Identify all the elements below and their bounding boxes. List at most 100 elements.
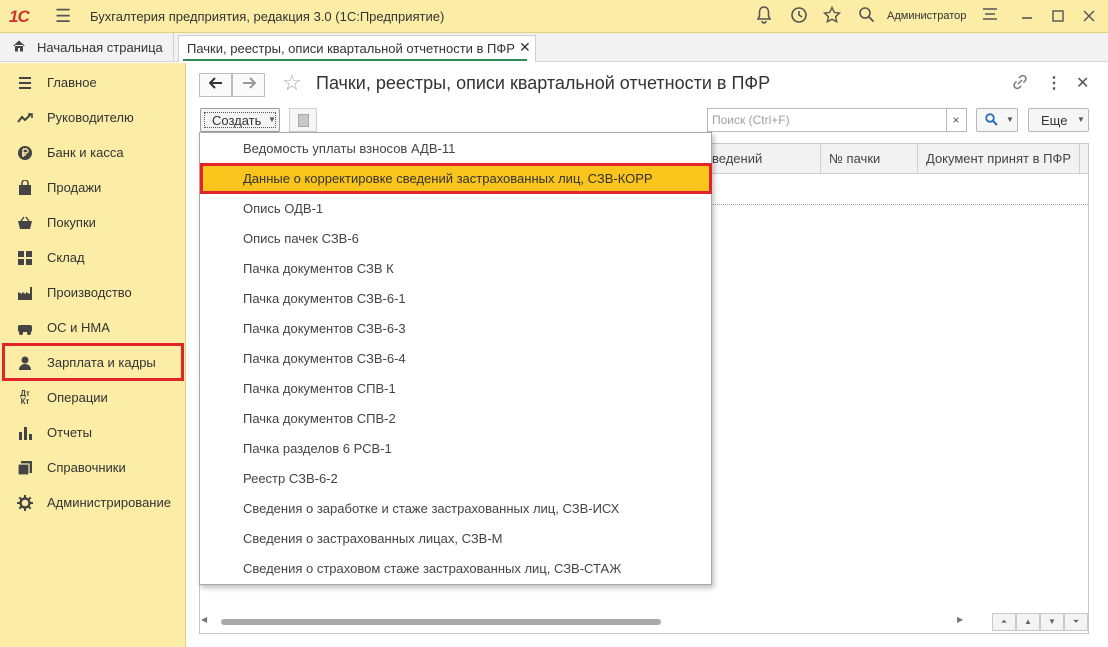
search-icon[interactable] [858,6,875,28]
sidebar-item-label: Главное [47,75,97,90]
menu-item-label: Опись ОДВ-1 [243,201,324,216]
sidebar-item-main[interactable]: Главное [0,65,186,100]
menu-item[interactable]: Опись ОДВ-1 [200,193,711,223]
back-button[interactable] [199,73,232,97]
menu-item[interactable]: Сведения о застрахованных лицах, СЗВ-М [200,523,711,553]
sidebar-item-label: Администрирование [47,495,171,510]
sidebar-item-sales[interactable]: Продажи [0,170,186,205]
column-divider [917,144,918,174]
copy-button[interactable] [289,108,317,132]
minimize-icon[interactable] [1020,4,1034,29]
menu-item-label: Пачка документов СПВ-1 [243,381,396,396]
scroll-top-button[interactable]: ⏶ [992,613,1016,631]
menu-item[interactable]: Пачка разделов 6 РСВ-1 [200,433,711,463]
menu-item[interactable]: Пачка документов СПВ-1 [200,373,711,403]
menu-item[interactable]: Пачка документов СПВ-2 [200,403,711,433]
sidebar-item-catalogs[interactable]: Справочники [0,450,186,485]
history-icon[interactable] [790,6,808,29]
menu-item[interactable]: Сведения о заработке и стаже застрахован… [200,493,711,523]
warehouse-grid-icon [17,250,33,266]
trend-icon [17,110,33,126]
app-title: Бухгалтерия предприятия, редакция 3.0 (1… [90,9,445,24]
sidebar-item-assets[interactable]: ОС и НМА [0,310,186,345]
sections-sidebar: Главное Руководителю Банк и касса Продаж… [0,63,186,647]
sidebar-item-administration[interactable]: Администрирование [0,485,186,520]
link-icon[interactable] [1012,74,1028,95]
scroll-down-button[interactable]: ▼ [1040,613,1064,631]
scroll-bottom-button[interactable]: ⏷ [1064,613,1088,631]
shopping-bag-icon [17,179,33,196]
column-divider [1079,144,1080,174]
basket-icon [17,215,33,231]
create-button-label: Создать [212,113,262,128]
menu-item[interactable]: Сведения о страховом стаже застрахованны… [200,553,711,583]
menu-item-label: Пачка документов СЗВ-6-4 [243,351,406,366]
page-title: Пачки, реестры, описи квартальной отчетн… [316,73,771,93]
menu-item[interactable]: Опись пачек СЗВ-6 [200,223,711,253]
sidebar-item-purchases[interactable]: Покупки [0,205,186,240]
sidebar-item-bank[interactable]: Банк и касса [0,135,186,170]
favorites-star-icon[interactable] [822,5,842,29]
sidebar-item-manager[interactable]: Руководителю [0,100,186,135]
bar-chart-icon [17,425,33,441]
sidebar-item-reports[interactable]: Отчеты [0,415,186,450]
menu-item[interactable]: Пачка документов СЗВ-6-3 [200,313,711,343]
tab-home[interactable]: Начальная страница [0,33,174,61]
add-to-favorites-icon[interactable]: ☆ [282,71,302,95]
more-actions-icon[interactable]: ⋮ [1046,73,1062,93]
sidebar-item-label: Руководителю [47,110,134,125]
menu-item[interactable]: Пачка документов СЗВ-6-4 [200,343,711,373]
search-button[interactable]: ▼ [976,108,1018,132]
tab-pfr-reports[interactable]: Пачки, реестры, описи квартальной отчетн… [178,35,536,62]
sidebar-item-warehouse[interactable]: Склад [0,240,186,275]
menu-item[interactable]: Пачка документов СЗВ К [200,253,711,283]
column-header[interactable]: Документ принят в ПФР [926,151,1071,166]
menu-item[interactable]: Реестр СЗВ-6-2 [200,463,711,493]
menu-item[interactable]: Ведомость уплаты взносов АДВ-11 [200,133,711,163]
gear-icon [17,495,33,511]
close-form-icon[interactable]: ✕ [1076,73,1089,93]
menu-item-label: Данные о корректировке сведений застрахо… [243,171,653,186]
menu-item-label: Пачка документов СЗВ-6-1 [243,291,406,306]
sidebar-item-operations[interactable]: Дт Кт Операции [0,380,186,415]
forward-button[interactable] [232,73,265,97]
settings-menu-icon[interactable] [982,6,998,27]
sidebar-item-label: Покупки [47,215,96,230]
scroll-left-icon[interactable]: ◀ [201,615,207,624]
horizontal-scrollbar[interactable]: ◀ ▶ [199,613,964,631]
scroll-right-icon[interactable]: ▶ [957,615,963,624]
chevron-down-icon: ▼ [1077,115,1085,124]
close-tab-icon[interactable]: ✕ [519,39,531,56]
sidebar-item-production[interactable]: Производство [0,275,186,310]
more-button-label: Еще [1041,113,1068,128]
sidebar-item-label: Производство [47,285,132,300]
create-dropdown-menu: Ведомость уплаты взносов АДВ-11 Данные о… [199,132,712,585]
sidebar-item-label: Банк и касса [47,145,124,160]
scrollbar-thumb[interactable] [221,619,661,625]
search-icon [985,113,998,129]
bell-icon[interactable] [756,6,772,29]
main-menu-icon[interactable]: ☰ [55,7,71,25]
user-name[interactable]: Администратор [887,10,966,22]
title-bar: 1С ☰ Бухгалтерия предприятия, редакция 3… [0,0,1108,33]
column-header[interactable]: ведений [712,151,762,166]
scroll-up-button[interactable]: ▲ [1016,613,1040,631]
clear-search-button[interactable]: × [946,108,967,132]
book-icon [17,460,33,476]
arrow-left-icon [208,77,222,89]
maximize-icon[interactable] [1051,8,1065,28]
sidebar-item-label: ОС и НМА [47,320,110,335]
sidebar-item-label: Склад [47,250,85,265]
menu-item[interactable]: Пачка документов СЗВ-6-1 [200,283,711,313]
menu-item-label: Сведения о застрахованных лицах, СЗВ-М [243,531,503,546]
arrow-right-icon [242,77,256,89]
close-window-icon[interactable] [1082,8,1096,28]
more-button[interactable]: Еще ▼ [1028,108,1089,132]
assets-icon [17,320,33,336]
menu-item-label: Пачка документов СЗВ К [243,261,394,276]
column-header[interactable]: № пачки [829,151,880,166]
create-button[interactable]: Создать ▼ [200,108,280,132]
search-input[interactable] [707,108,947,132]
menu-item-selected[interactable]: Данные о корректировке сведений застрахо… [200,163,712,194]
menu-item-label: Реестр СЗВ-6-2 [243,471,338,486]
